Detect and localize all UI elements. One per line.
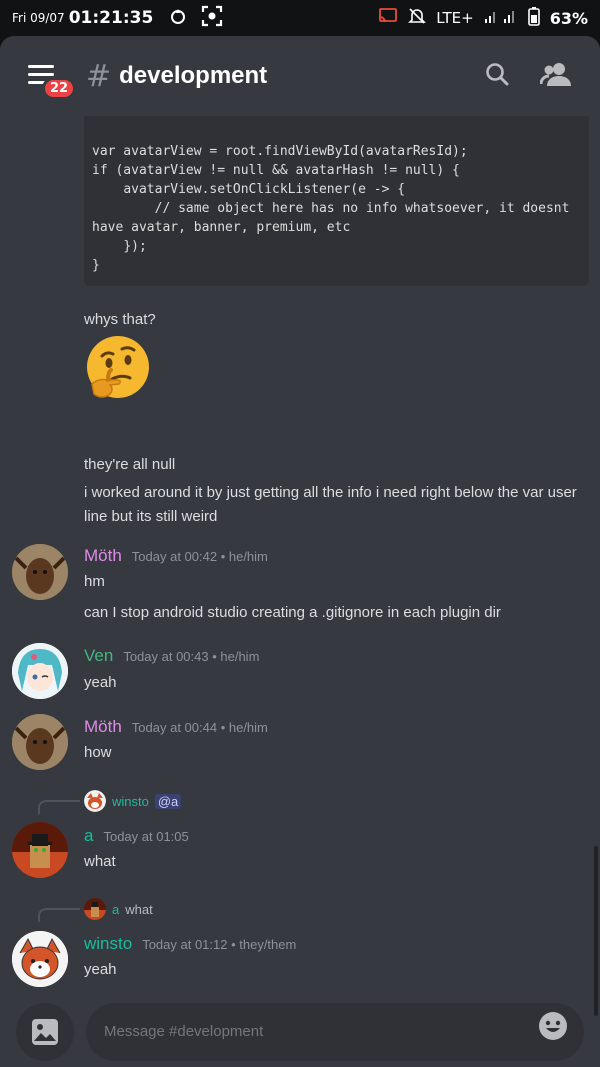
message-meta: Today at 01:12 • they/them — [142, 937, 297, 952]
username[interactable]: Möth — [84, 717, 122, 737]
avatar[interactable] — [12, 822, 68, 878]
message-header: winsto Today at 01:12 • they/them — [84, 934, 296, 954]
status-bar: Fri 09/07 01:21:35 LTE+ 63% — [0, 0, 600, 36]
emoji-icon — [539, 1012, 567, 1040]
message-meta: Today at 01:05 — [103, 829, 189, 844]
message-text: yeah — [84, 961, 117, 978]
reply-preview[interactable]: a what — [84, 898, 153, 920]
message-meta: Today at 00:43 • he/him — [123, 649, 260, 664]
message-header: Möth Today at 00:42 • he/him — [84, 546, 268, 566]
message-composer — [0, 996, 600, 1067]
message-text: i worked around it by just getting all t… — [84, 484, 577, 525]
reply-connector — [38, 908, 80, 922]
channel-hash-icon: # — [86, 58, 112, 94]
battery-icon — [527, 6, 540, 30]
message-text: how — [84, 744, 112, 761]
channel-title[interactable]: development — [119, 62, 267, 90]
avatar[interactable] — [12, 544, 68, 600]
scrollbar[interactable] — [594, 846, 598, 1016]
message-text: what — [84, 853, 116, 870]
message-meta: Today at 00:42 • he/him — [131, 549, 268, 564]
search-icon[interactable] — [484, 61, 510, 91]
cast-icon — [378, 7, 398, 29]
reply-connector — [38, 800, 80, 814]
message-text: yeah — [84, 674, 117, 691]
attach-image-button[interactable] — [16, 1002, 74, 1061]
username[interactable]: Ven — [84, 646, 113, 666]
code-block: var avatarView = root.findViewById(avata… — [84, 116, 589, 286]
message-text: hm — [84, 573, 105, 590]
message-header: Möth Today at 00:44 • he/him — [84, 717, 268, 737]
chat-area[interactable]: var avatarView = root.findViewById(avata… — [0, 116, 600, 996]
reply-username: winsto — [112, 793, 149, 809]
signal-icon — [484, 8, 518, 28]
message-header: Ven Today at 00:43 • he/him — [84, 646, 259, 666]
members-icon[interactable] — [539, 61, 572, 91]
avatar[interactable] — [12, 643, 68, 699]
reply-text: what — [125, 901, 153, 917]
message-input[interactable] — [86, 1002, 584, 1061]
thinking-face-icon — [84, 334, 152, 402]
reply-text: @a — [154, 793, 182, 809]
avatar[interactable] — [12, 714, 68, 770]
status-date: Fri 09/07 — [12, 11, 65, 25]
message-header: a Today at 01:05 — [84, 826, 189, 846]
app-notification-icon — [169, 7, 187, 29]
image-icon — [32, 1018, 58, 1045]
message-text: whys that? — [84, 311, 156, 328]
message-meta: Today at 00:44 • he/him — [131, 720, 268, 735]
reply-username: a — [112, 901, 120, 917]
reply-avatar — [84, 790, 106, 812]
username[interactable]: Möth — [84, 546, 122, 566]
menu-button[interactable]: 22 — [28, 65, 77, 100]
message-text: they're all null — [84, 456, 176, 473]
app-window: 22 # development var avatarView = root.f… — [0, 36, 600, 1067]
battery-percent: 63% — [549, 8, 588, 28]
mute-icon — [408, 7, 427, 29]
status-time: 01:21:35 — [68, 8, 154, 28]
screenshot-icon — [201, 5, 223, 31]
message-text: can I stop android studio creating a .gi… — [84, 604, 501, 621]
network-label: LTE+ — [436, 9, 474, 27]
unread-badge: 22 — [42, 77, 77, 100]
channel-header: 22 # development — [0, 36, 600, 116]
reply-avatar — [84, 898, 106, 920]
emoji-button[interactable] — [538, 1011, 568, 1041]
username[interactable]: a — [84, 826, 93, 846]
avatar[interactable] — [12, 931, 68, 987]
reply-preview[interactable]: winsto @a — [84, 790, 182, 812]
username[interactable]: winsto — [84, 934, 132, 954]
